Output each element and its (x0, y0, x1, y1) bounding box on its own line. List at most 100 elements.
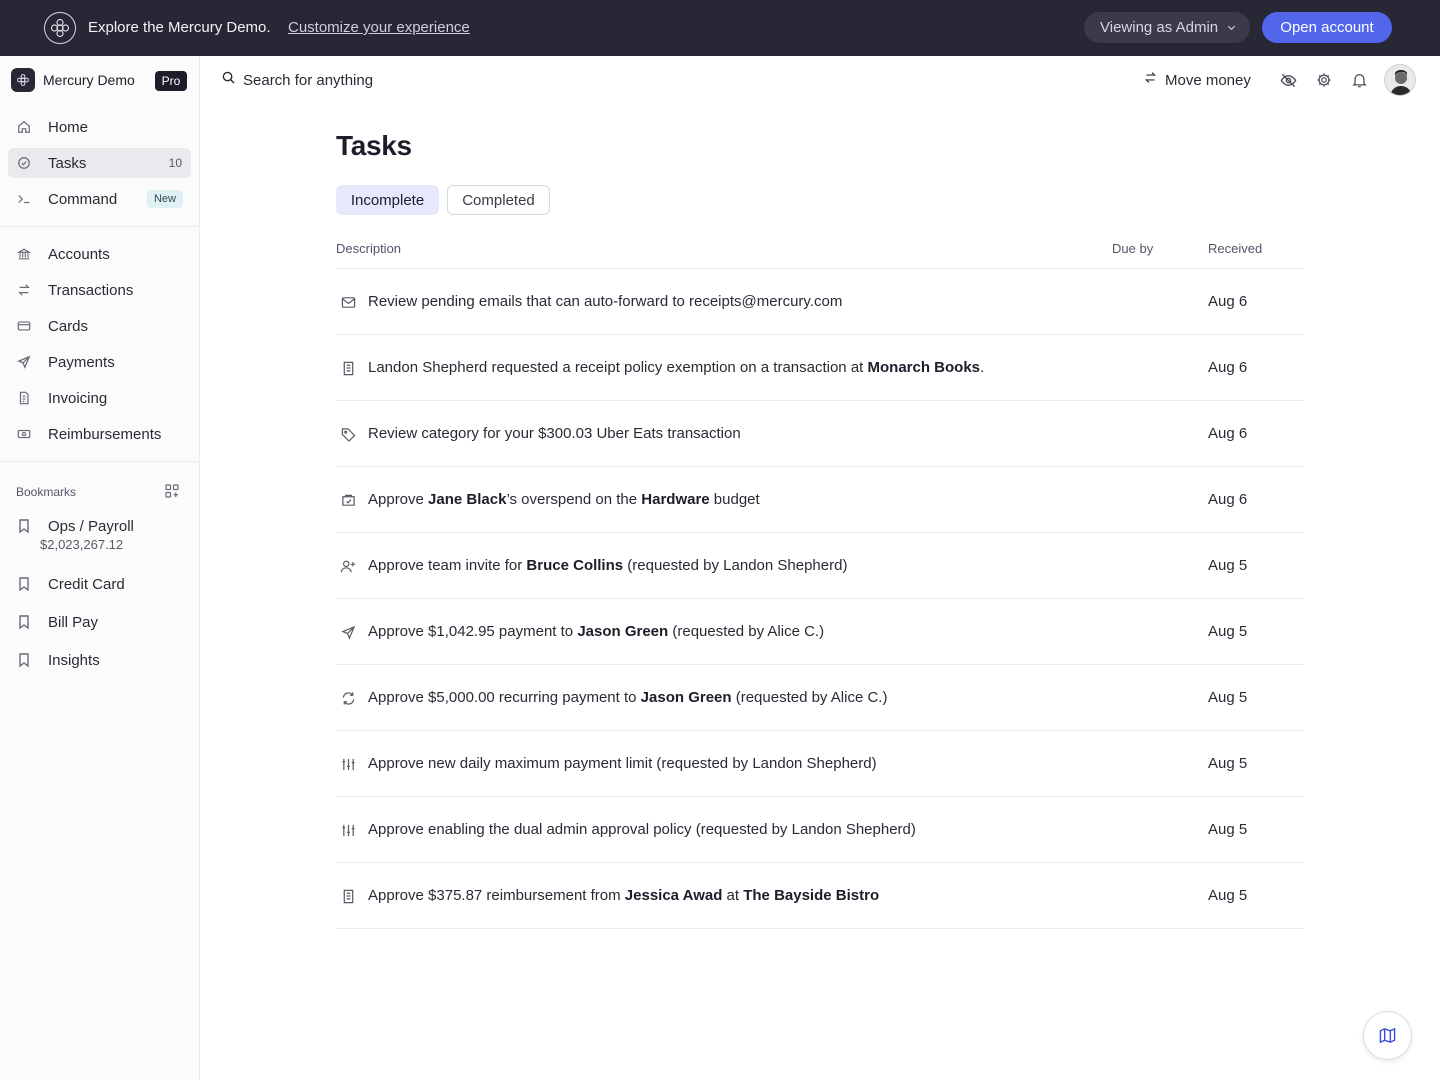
task-received-date: Aug 5 (1208, 689, 1248, 706)
task-text: ’s overspend on the (506, 491, 642, 508)
column-header-due-by[interactable]: Due by (1112, 241, 1153, 256)
sidebar-item-cards[interactable]: Cards (8, 311, 191, 341)
check-circle-icon (16, 155, 32, 171)
task-description: Approve new daily maximum payment limit … (368, 754, 877, 774)
bookmark-bill-pay[interactable]: Bill Pay (8, 611, 191, 633)
search-input[interactable]: Search for anything (222, 68, 373, 92)
task-description: Approve Jane Black’s overspend on the Ha… (368, 490, 760, 510)
sidebar-item-payments[interactable]: Payments (8, 347, 191, 377)
task-entity: Bruce Collins (526, 557, 624, 574)
receipt-icon (340, 888, 356, 904)
transfer-arrows-icon (1144, 71, 1157, 89)
task-row[interactable]: Approve $375.87 reimbursement from Jessi… (336, 863, 1304, 929)
budget-icon (340, 492, 356, 508)
tab-completed[interactable]: Completed (447, 185, 550, 215)
task-row[interactable]: Approve team invite for Bruce Collins (r… (336, 533, 1304, 599)
sidebar-divider (0, 461, 199, 462)
task-description: Review category for your $300.03 Uber Ea… (368, 424, 741, 444)
task-row[interactable]: Approve Jane Black’s overspend on the Ha… (336, 467, 1304, 533)
terminal-icon (16, 191, 32, 207)
task-row[interactable]: Approve enabling the dual admin approval… (336, 797, 1304, 863)
task-entity: Jason Green (640, 689, 732, 706)
task-text: Approve enabling the dual admin approval… (368, 821, 916, 838)
org-logo-icon (11, 68, 35, 92)
plan-badge: Pro (155, 71, 187, 91)
column-header-description[interactable]: Description (336, 241, 401, 256)
sidebar: Mercury Demo Pro Home Tasks 10 Command N… (0, 56, 200, 1080)
bookmarks-grid-icon[interactable] (165, 484, 179, 498)
open-account-button[interactable]: Open account (1262, 12, 1392, 43)
search-icon (222, 71, 235, 89)
task-row[interactable]: Review category for your $300.03 Uber Ea… (336, 401, 1304, 467)
task-description: Approve $375.87 reimbursement from Jessi… (368, 886, 879, 906)
sidebar-item-home[interactable]: Home (8, 112, 191, 142)
task-description: Review pending emails that can auto-forw… (368, 292, 842, 312)
bookmark-icon (16, 652, 32, 668)
home-icon (16, 119, 32, 135)
sidebar-item-label: Home (48, 118, 89, 136)
map-guide-button[interactable] (1363, 1011, 1412, 1060)
bank-icon (16, 246, 32, 262)
sidebar-item-label: Payments (48, 353, 115, 371)
bookmark-label: Ops / Payroll (48, 517, 134, 535)
map-icon (1379, 1027, 1396, 1044)
bookmark-credit-card[interactable]: Credit Card (8, 573, 191, 595)
task-text: Approve $375.87 reimbursement from (368, 887, 625, 904)
tab-incomplete[interactable]: Incomplete (336, 185, 439, 215)
tag-icon (340, 426, 356, 442)
task-received-date: Aug 6 (1208, 491, 1248, 508)
task-text: . (980, 359, 985, 376)
gear-icon[interactable] (1314, 70, 1334, 90)
move-money-label: Move money (1165, 71, 1251, 89)
search-placeholder: Search for anything (243, 71, 374, 89)
task-text: Approve $5,000.00 recurring payment to (368, 689, 641, 706)
demo-banner: Explore the Mercury Demo. Customize your… (0, 0, 1440, 56)
task-row[interactable]: Approve new daily maximum payment limit … (336, 731, 1304, 797)
task-description: Approve team invite for Bruce Collins (r… (368, 556, 847, 576)
sidebar-item-label: Accounts (48, 245, 110, 263)
task-text: Landon Shepherd requested a receipt poli… (368, 359, 868, 376)
user-avatar[interactable] (1384, 64, 1416, 96)
task-entity: Hardware (641, 491, 710, 508)
send-icon (16, 354, 32, 370)
sidebar-item-command[interactable]: Command New (8, 184, 191, 214)
task-text: Approve $1,042.95 payment to (368, 623, 578, 640)
arrows-icon (16, 282, 32, 298)
sidebar-item-label: Transactions (48, 281, 134, 299)
task-row[interactable]: Landon Shepherd requested a receipt poli… (336, 335, 1304, 401)
sidebar-item-accounts[interactable]: Accounts (8, 239, 191, 269)
task-received-date: Aug 6 (1208, 293, 1248, 310)
sidebar-item-tasks[interactable]: Tasks 10 (8, 148, 191, 178)
sidebar-item-transactions[interactable]: Transactions (8, 275, 191, 305)
sliders-icon (340, 756, 356, 772)
task-entity: Jane Black (428, 491, 507, 508)
task-received-date: Aug 5 (1208, 623, 1248, 640)
org-switcher[interactable]: Mercury Demo (11, 68, 135, 92)
column-header-received[interactable]: Received (1208, 241, 1262, 256)
chevron-down-icon (1227, 25, 1236, 31)
bookmark-ops-payroll[interactable]: Ops / Payroll $2,023,267.12 (8, 515, 191, 552)
task-row[interactable]: Approve $1,042.95 payment to Jason Green… (336, 599, 1304, 665)
bell-icon[interactable] (1349, 70, 1369, 90)
task-entity: Monarch Books (867, 359, 981, 376)
task-entity: The Bayside Bistro (743, 887, 880, 904)
task-received-date: Aug 6 (1208, 359, 1248, 376)
bookmark-insights[interactable]: Insights (8, 649, 191, 671)
task-row[interactable]: Review pending emails that can auto-forw… (336, 269, 1304, 335)
receipt-icon (340, 360, 356, 376)
task-text: Approve team invite for (368, 557, 527, 574)
sidebar-item-invoicing[interactable]: Invoicing (8, 383, 191, 413)
mercury-logo-icon (44, 12, 76, 44)
org-name: Mercury Demo (43, 72, 135, 88)
task-row[interactable]: Approve $5,000.00 recurring payment to J… (336, 665, 1304, 731)
sidebar-item-reimbursements[interactable]: Reimbursements (8, 419, 191, 449)
move-money-button[interactable]: Move money (1144, 68, 1251, 92)
task-text: budget (709, 491, 760, 508)
card-icon (16, 318, 32, 334)
customize-link[interactable]: Customize your experience (288, 18, 470, 38)
page-title: Tasks (336, 130, 412, 161)
task-text: (requested by Alice C.) (731, 689, 888, 706)
hide-balances-icon[interactable] (1278, 70, 1298, 90)
task-entity: Jessica Awad (624, 887, 723, 904)
viewing-as-dropdown[interactable]: Viewing as Admin (1084, 12, 1250, 43)
